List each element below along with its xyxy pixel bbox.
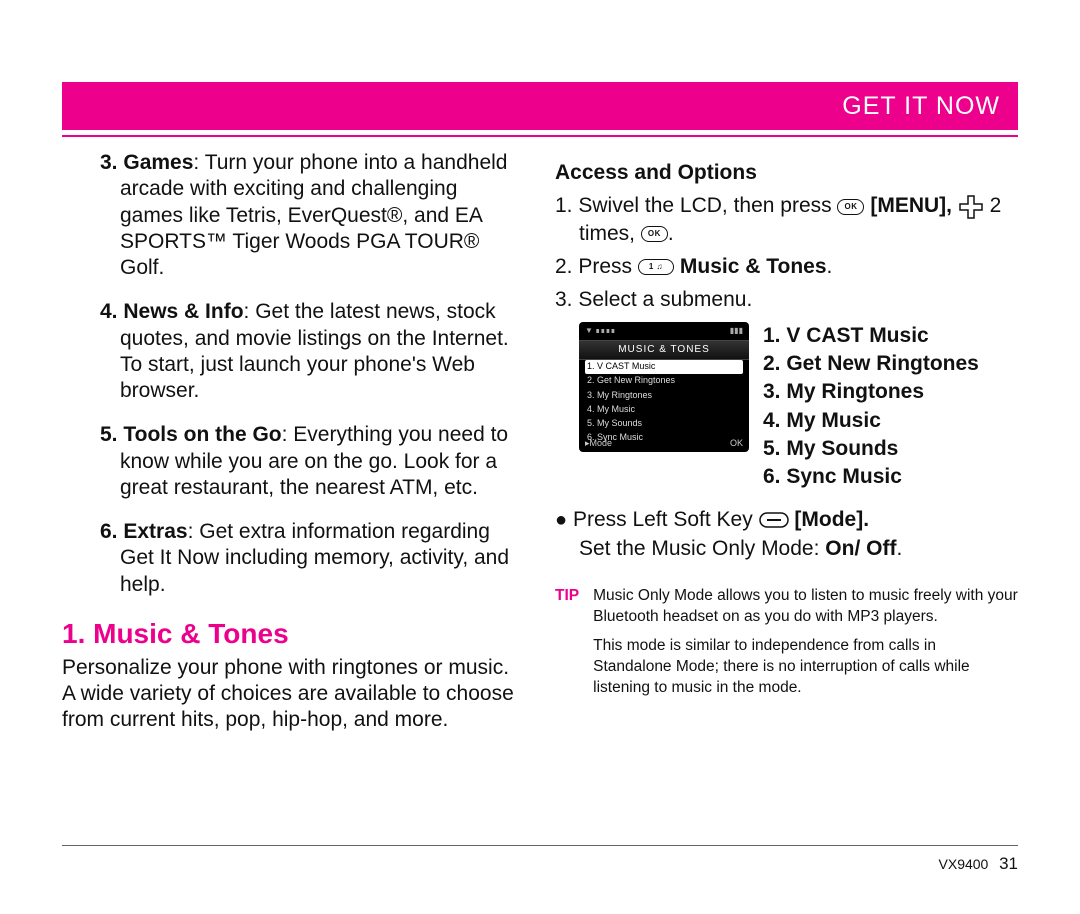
step-text: . [827,255,833,278]
step-text: . [668,222,674,245]
phone-menu-list: 1. V CAST Music 2. Get New Ringtones 3. … [585,360,743,446]
phone-banner: MUSIC & TONES [579,340,749,361]
feature-name: Extras [123,520,187,543]
bullet-bold: [Mode]. [794,508,869,531]
steps-list: 1. Swivel the LCD, then press OK [MENU],… [555,192,1018,313]
feature-number: 4. [100,300,118,323]
softkey-right: OK [730,438,743,449]
step-bold: Music & Tones [680,255,827,278]
feature-item: 3. Games: Turn your phone into a handhel… [100,150,525,281]
bullet-text: Set the Music Only Mode: [579,537,825,560]
signal-icon: ▼ ∎∎∎∎ [585,326,616,336]
submenu-labels: 1. V CAST Music 2. Get New Ringtones 3. … [763,322,979,492]
tip-paragraph: This mode is similar to independence fro… [593,636,1018,699]
phone-softkeys: ▸Mode OK [585,438,743,449]
model-number: VX9400 [939,856,989,872]
bullet-text: . [896,537,902,560]
menu-label: [MENU], [870,194,958,217]
phone-screenshot: ▼ ∎∎∎∎ ▮▮▮ MUSIC & TONES 1. V CAST Music… [579,322,749,452]
tip-text: Music Only Mode allows you to listen to … [593,586,1018,707]
tip-label: TIP [555,586,579,707]
ok-key-icon: OK [641,226,668,242]
bullet-bold: On/ Off [825,537,896,560]
right-column: Access and Options 1. Swivel the LCD, th… [555,150,1018,839]
feature-number: 5. [100,423,118,446]
step-number: 3. [555,288,573,311]
battery-icon: ▮▮▮ [730,326,743,336]
left-column: 3. Games: Turn your phone into a handhel… [62,150,525,839]
feature-list: 3. Games: Turn your phone into a handhel… [100,150,525,598]
header-bar: GET IT NOW [62,82,1018,130]
step-item: 1. Swivel the LCD, then press OK [MENU],… [555,192,1018,247]
bullet-text: Press Left Soft Key [573,508,759,531]
phone-menu-item: 1. V CAST Music [585,360,743,374]
header-title: GET IT NOW [842,92,1000,121]
body-area: 3. Games: Turn your phone into a handhel… [62,150,1018,839]
softkey-icon [759,508,789,531]
feature-name: Games [123,151,193,174]
bullet-item: ● Press Left Soft Key [Mode]. [555,506,1018,533]
footer: VX9400 31 [939,854,1018,874]
feature-item: 5. Tools on the Go: Everything you need … [100,422,525,501]
feature-name: Tools on the Go [123,423,281,446]
step-item: 2. Press 1 ♫ Music & Tones. [555,253,1018,280]
bullet-icon: ● [555,509,567,531]
step-item: 3. Select a submenu. [555,286,1018,313]
phone-menu-item: 3. My Ringtones [585,388,743,402]
section-intro: Personalize your phone with ringtones or… [62,655,525,734]
phone-status-bar: ▼ ∎∎∎∎ ▮▮▮ [585,326,743,336]
phone-menu-item: 4. My Music [585,402,743,416]
header-divider [62,135,1018,137]
manual-page: GET IT NOW 3. Games: Turn your phone int… [0,0,1080,914]
section-heading: 1. Music & Tones [62,616,525,651]
phone-menu-item: 5. My Sounds [585,417,743,431]
dpad-icon [958,194,984,217]
page-number: 31 [999,854,1018,873]
step-number: 2. [555,255,573,278]
phone-menu-item: 2. Get New Ringtones [585,374,743,388]
feature-number: 6. [100,520,118,543]
one-key-icon: 1 ♫ [638,259,674,275]
feature-item: 6. Extras: Get extra information regardi… [100,519,525,598]
subheading: Access and Options [555,160,1018,186]
submenu-row: ▼ ∎∎∎∎ ▮▮▮ MUSIC & TONES 1. V CAST Music… [579,322,1018,492]
step-text: Press [578,255,638,278]
step-text: Swivel the LCD, then press [578,194,837,217]
feature-name: News & Info [123,300,243,323]
feature-number: 3. [100,151,118,174]
ok-key-icon: OK [837,199,864,215]
softkey-left: ▸Mode [585,438,612,449]
bullet-sub: Set the Music Only Mode: On/ Off. [555,535,1018,562]
tip-block: TIP Music Only Mode allows you to listen… [555,586,1018,707]
footer-divider [62,845,1018,846]
feature-item: 4. News & Info: Get the latest news, sto… [100,299,525,404]
step-text: Select a submenu. [578,288,752,311]
tip-paragraph: Music Only Mode allows you to listen to … [593,586,1018,628]
step-number: 1. [555,194,573,217]
